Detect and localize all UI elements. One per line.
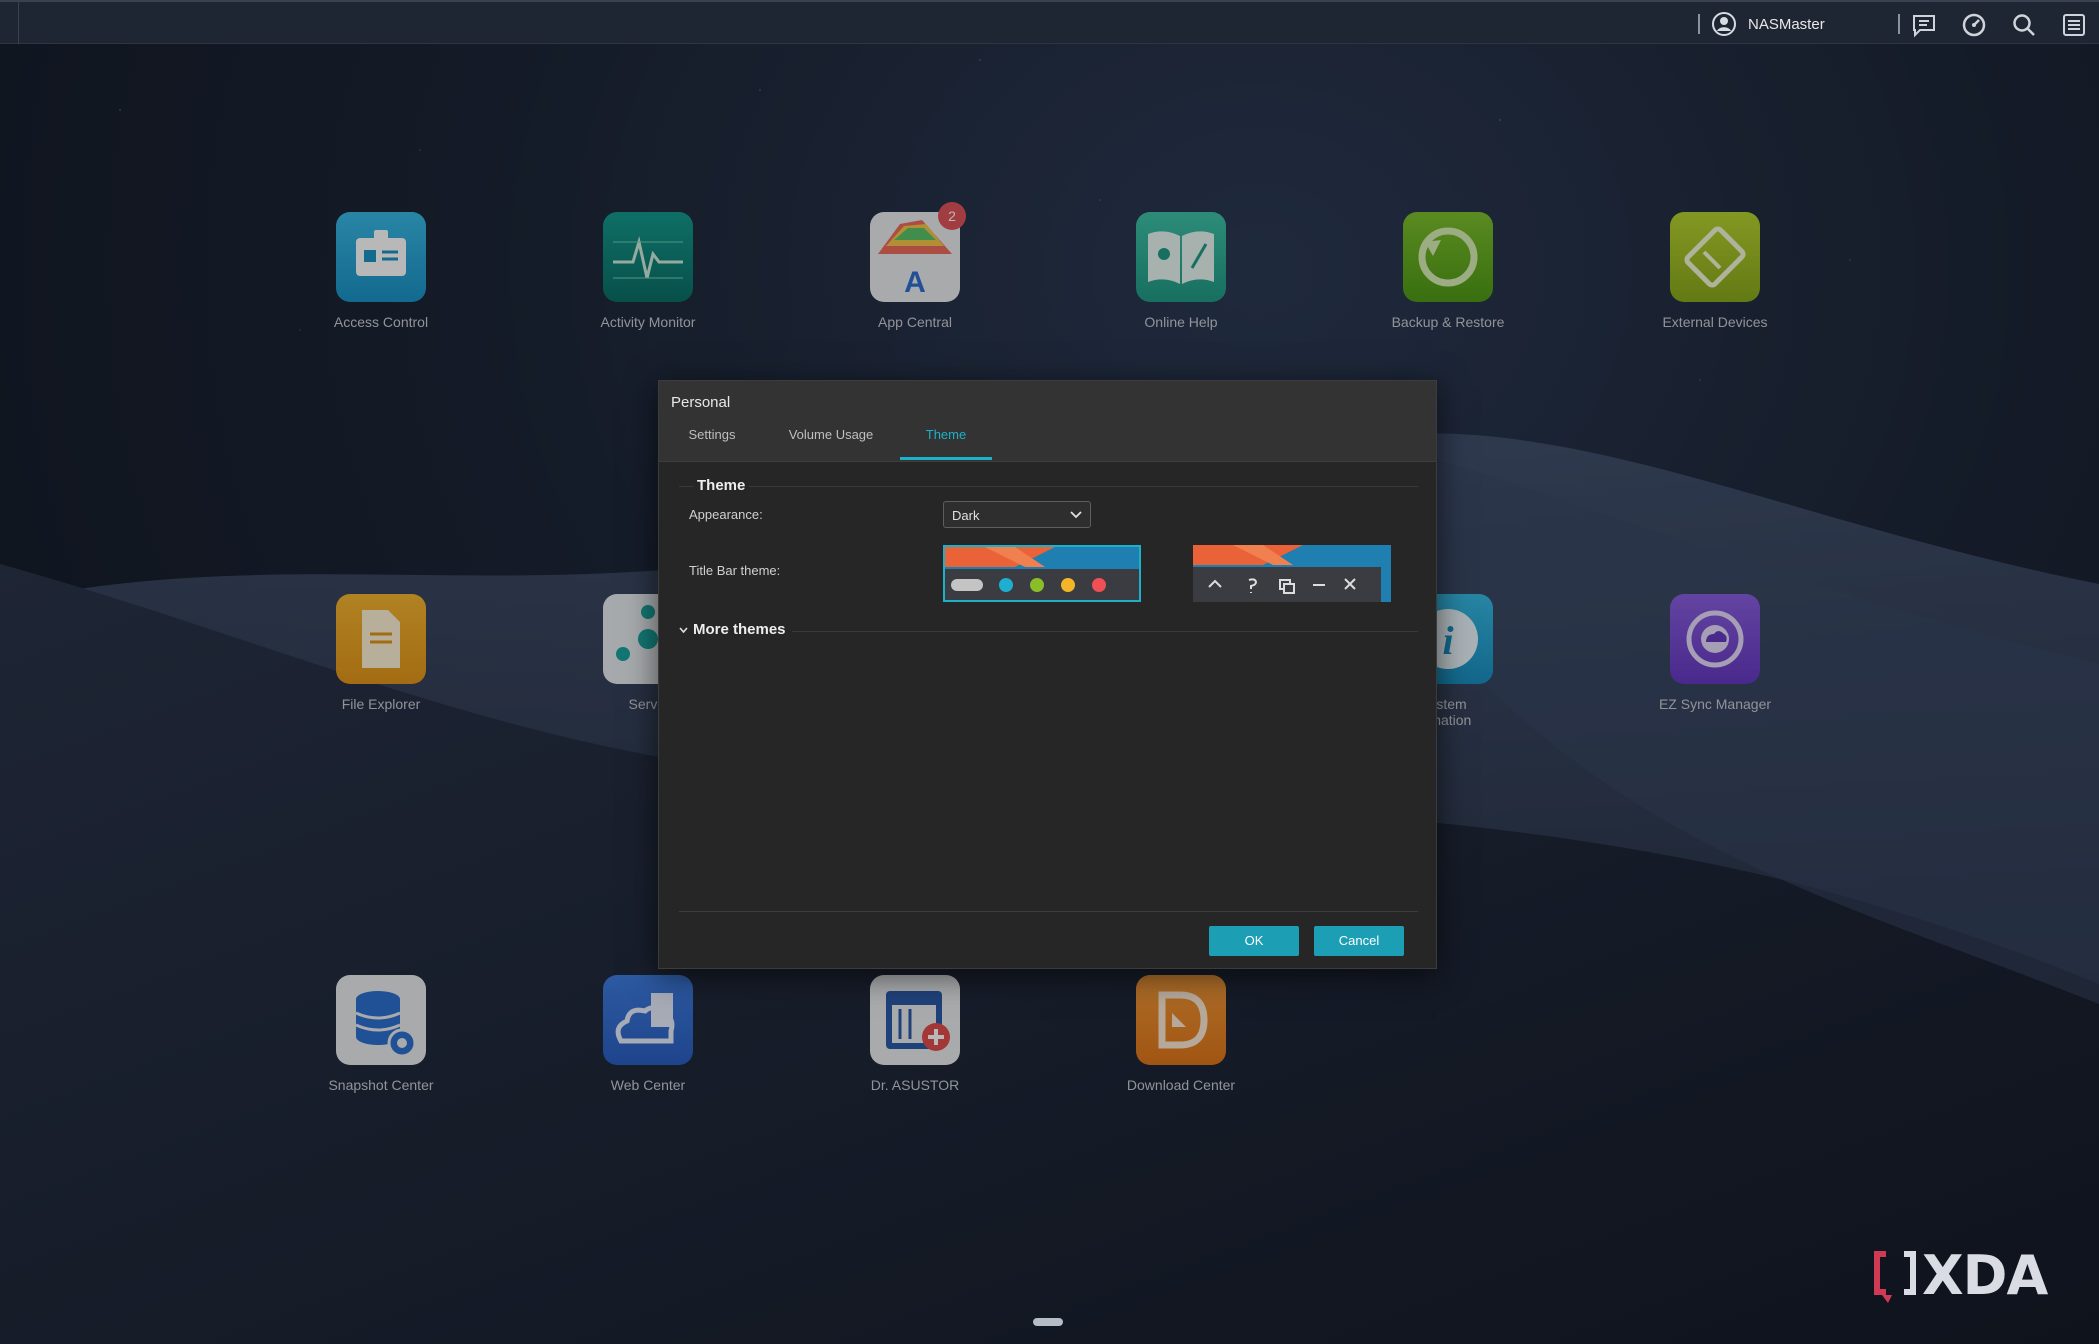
app-online-help[interactable]: Online Help: [1081, 212, 1281, 330]
app-ez-sync-manager[interactable]: EZ Sync Manager: [1615, 594, 1815, 712]
app-label: File Explorer: [341, 696, 421, 712]
app-label: Access Control: [333, 314, 429, 330]
xda-watermark-text: XDA: [1922, 1243, 2048, 1307]
app-label: Backup & Restore: [1391, 314, 1505, 330]
footer-divider: [679, 911, 1418, 912]
appearance-select[interactable]: Dark: [943, 501, 1091, 528]
appearance-label: Appearance:: [689, 507, 763, 522]
app-download-center[interactable]: Download Center: [1081, 975, 1281, 1093]
ez-sync-manager-icon: [1670, 594, 1760, 684]
top-taskbar: NASMaster: [0, 0, 2099, 44]
search-icon[interactable]: [2011, 12, 2037, 38]
app-central-icon: A 2: [870, 202, 966, 302]
app-label: Download Center: [1126, 1077, 1236, 1093]
activity-monitor-icon: [603, 212, 693, 302]
taskbar-left-edge[interactable]: [0, 2, 19, 44]
xda-logo-bracket-icon: [1874, 1251, 1916, 1303]
app-snapshot-center[interactable]: Snapshot Center: [281, 975, 481, 1093]
dashboard-gauge-icon[interactable]: [1961, 12, 1987, 38]
notification-badge: 2: [938, 202, 966, 230]
svg-text:i: i: [1442, 618, 1453, 663]
settings-panel-icon[interactable]: [2061, 12, 2087, 38]
appearance-value: Dark: [952, 508, 980, 523]
section-divider: [679, 486, 1418, 487]
app-label: External Devices: [1662, 314, 1768, 330]
app-label: Web Center: [610, 1077, 686, 1093]
external-devices-icon: [1670, 212, 1760, 302]
title-bar-theme-mac-option[interactable]: [943, 545, 1141, 602]
online-help-icon: [1136, 212, 1226, 302]
app-access-control[interactable]: Access Control: [281, 212, 481, 330]
cancel-button[interactable]: Cancel: [1314, 926, 1404, 956]
file-explorer-icon: [336, 594, 426, 684]
dr-asustor-icon: [870, 975, 960, 1065]
personal-dialog: Personal Settings Volume Usage Theme The…: [658, 380, 1437, 969]
dialog-header: Personal Settings Volume Usage Theme: [659, 381, 1436, 462]
app-label: Online Help: [1144, 314, 1218, 330]
app-label: App Central: [878, 314, 952, 330]
section-title-theme: Theme: [693, 477, 750, 494]
app-app-central[interactable]: A 2 App Central: [815, 202, 1015, 330]
tab-volume-usage[interactable]: Volume Usage: [786, 426, 876, 458]
app-external-devices[interactable]: External Devices: [1615, 212, 1815, 330]
chevron-down-icon: [1070, 511, 1082, 519]
xda-watermark: XDA: [1870, 1243, 2048, 1307]
ok-button[interactable]: OK: [1209, 926, 1299, 956]
backup-restore-icon: [1403, 212, 1493, 302]
app-web-center[interactable]: Web Center: [548, 975, 748, 1093]
snapshot-center-icon: [336, 975, 426, 1065]
title-bar-theme-classic-option[interactable]: [1193, 545, 1391, 602]
title-bar-theme-label: Title Bar theme:: [689, 563, 781, 578]
chevron-down-icon: [679, 626, 688, 633]
more-themes-toggle[interactable]: More themes: [679, 621, 792, 638]
web-center-icon: [603, 975, 693, 1065]
dialog-title: Personal: [671, 394, 731, 411]
app-label: EZ Sync Manager: [1658, 696, 1772, 712]
app-file-explorer[interactable]: File Explorer: [281, 594, 481, 712]
taskbar-separator: [1898, 14, 1900, 34]
user-menu[interactable]: NASMaster: [1712, 12, 1825, 36]
app-activity-monitor[interactable]: Activity Monitor: [548, 212, 748, 330]
app-dr-asustor[interactable]: Dr. ASUSTOR: [815, 975, 1015, 1093]
username: NASMaster: [1748, 15, 1825, 33]
access-control-icon: [336, 212, 426, 302]
tab-theme[interactable]: Theme: [900, 426, 992, 458]
app-label: Activity Monitor: [600, 314, 696, 330]
more-themes-label: More themes: [693, 621, 786, 638]
app-label: Snapshot Center: [328, 1077, 434, 1093]
taskbar-separator: [1698, 14, 1700, 34]
active-tab-indicator: [900, 457, 992, 460]
user-avatar-icon: [1712, 12, 1736, 36]
app-backup-restore[interactable]: Backup & Restore: [1348, 212, 1548, 330]
tab-settings[interactable]: Settings: [687, 426, 737, 458]
download-center-icon: [1136, 975, 1226, 1065]
svg-text:A: A: [904, 266, 926, 299]
dock-handle[interactable]: [1033, 1318, 1063, 1326]
app-label: Dr. ASUSTOR: [870, 1077, 960, 1093]
message-icon[interactable]: [1911, 12, 1937, 38]
